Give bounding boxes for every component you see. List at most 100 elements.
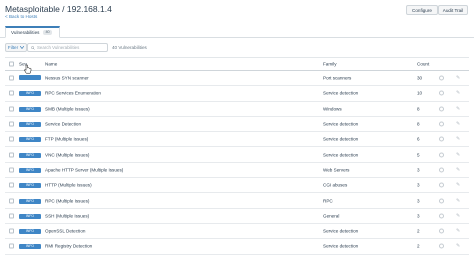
snooze-icon[interactable] xyxy=(439,198,444,204)
snooze-icon[interactable] xyxy=(439,121,444,127)
severity-badge: INFO xyxy=(19,198,41,204)
vulnerability-count-value: 6 xyxy=(417,136,420,142)
table-row[interactable]: INFO OpenSSL Detection Service detection… xyxy=(5,224,469,240)
vulnerability-count-value: 3 xyxy=(417,167,420,173)
table-row[interactable]: INFO RPC Services Enumeration Service de… xyxy=(5,86,469,102)
vulnerability-name[interactable]: Service Detection xyxy=(45,122,81,127)
vulnerability-name[interactable]: RPC Services Enumeration xyxy=(45,91,101,96)
edit-icon[interactable]: ✎ xyxy=(456,121,460,127)
severity-badge: INFO xyxy=(19,90,41,97)
row-checkbox[interactable] xyxy=(9,75,14,81)
back-to-hosts-link[interactable]: < Back to Hosts xyxy=(5,14,37,19)
vulnerability-name[interactable]: RMI Registry Detection xyxy=(45,244,92,249)
table-row[interactable]: INFO RPC (Multiple Issues) RPC 3 ✎ xyxy=(5,193,469,209)
page-header: Metasploitable / 192.168.1.4 < Back to H… xyxy=(0,0,474,24)
vulnerability-family: Service detection xyxy=(323,152,359,158)
select-all-checkbox[interactable] xyxy=(9,61,14,67)
row-checkbox[interactable] xyxy=(9,121,14,127)
row-checkbox[interactable] xyxy=(9,152,14,158)
tab-count-badge: 40 xyxy=(43,30,52,35)
row-checkbox[interactable] xyxy=(9,213,14,219)
row-checkbox[interactable] xyxy=(9,90,14,96)
vulnerability-name[interactable]: Apache HTTP Server (Multiple Issues) xyxy=(45,167,123,172)
vulnerability-count-value: 2 xyxy=(417,243,420,249)
snooze-icon[interactable] xyxy=(439,243,444,249)
edit-icon[interactable]: ✎ xyxy=(456,106,460,112)
vulnerability-name[interactable]: SSH (Multiple Issues) xyxy=(45,213,89,218)
vulnerability-name[interactable]: SMB (Multiple Issues) xyxy=(45,106,90,111)
audit-trail-button[interactable]: Audit Trail xyxy=(438,5,468,15)
vulnerability-family: Web Servers xyxy=(323,167,350,173)
edit-icon[interactable]: ✎ xyxy=(456,213,460,219)
table-row[interactable]: INFO Service Detection Service detection… xyxy=(5,117,469,133)
name-column-header[interactable]: Name xyxy=(45,62,57,67)
severity-badge: INFO xyxy=(19,182,41,189)
edit-icon[interactable]: ✎ xyxy=(456,243,460,249)
snooze-icon[interactable] xyxy=(439,152,444,158)
row-checkbox[interactable] xyxy=(9,243,14,249)
configure-button[interactable]: Configure xyxy=(406,5,438,15)
vulnerability-family: Service detection xyxy=(323,136,359,142)
severity-badge: INFO xyxy=(19,243,41,250)
row-checkbox[interactable] xyxy=(9,136,14,142)
edit-icon[interactable]: ✎ xyxy=(456,75,460,81)
row-checkbox[interactable] xyxy=(9,167,14,173)
family-column-header[interactable]: Family xyxy=(323,62,337,67)
tab-vulnerabilities[interactable]: Vulnerabilities 40 xyxy=(5,26,60,38)
row-checkbox[interactable] xyxy=(9,228,14,234)
edit-icon[interactable]: ✎ xyxy=(456,152,460,158)
snooze-icon[interactable] xyxy=(439,136,444,142)
snooze-icon[interactable] xyxy=(439,182,444,188)
snooze-icon[interactable] xyxy=(439,106,444,112)
severity-badge: INFO xyxy=(19,152,41,158)
vulnerability-family: General xyxy=(323,213,340,219)
edit-icon[interactable]: ✎ xyxy=(456,182,460,188)
vulnerability-count-value: 8 xyxy=(417,106,420,112)
table-row[interactable]: INFO HTTP (Multiple Issues) CGI abuses 3… xyxy=(5,178,469,194)
vulnerability-name[interactable]: HTTP (Multiple Issues) xyxy=(45,183,92,188)
table-row[interactable]: INFO VNC (Multiple Issues) Service detec… xyxy=(5,147,469,163)
severity-badge xyxy=(19,75,41,81)
vulnerability-name[interactable]: VNC (Multiple Issues) xyxy=(45,152,89,157)
vulnerability-count-value: 3 xyxy=(417,213,420,219)
search-icon xyxy=(31,45,35,50)
table-row[interactable]: INFO SSH (Multiple Issues) General 3 ✎ xyxy=(5,209,469,224)
vulnerability-family: Service detection xyxy=(323,243,359,249)
edit-icon[interactable]: ✎ xyxy=(456,90,460,96)
vulnerability-count-value: 30 xyxy=(417,75,423,81)
filter-button[interactable]: Filter xyxy=(5,43,27,52)
snooze-icon[interactable] xyxy=(439,167,444,173)
edit-icon[interactable]: ✎ xyxy=(456,228,460,234)
snooze-icon[interactable] xyxy=(439,75,444,81)
vulnerability-name[interactable]: Nessus SYN scanner xyxy=(45,76,89,81)
edit-icon[interactable]: ✎ xyxy=(456,136,460,142)
page-title: Metasploitable / 192.168.1.4 xyxy=(5,4,112,14)
vulnerability-family: RPC xyxy=(323,198,333,204)
chevron-down-icon xyxy=(20,46,25,49)
row-checkbox[interactable] xyxy=(9,198,14,204)
snooze-icon[interactable] xyxy=(439,90,444,96)
row-checkbox[interactable] xyxy=(9,182,14,188)
table-row[interactable]: INFO RMI Registry Detection Service dete… xyxy=(5,239,469,255)
vulnerability-count-value: 8 xyxy=(417,121,420,127)
edit-icon[interactable]: ✎ xyxy=(456,198,460,204)
count-column-header[interactable]: Count xyxy=(417,62,429,67)
snooze-icon[interactable] xyxy=(439,213,444,219)
edit-icon[interactable]: ✎ xyxy=(456,167,460,173)
vulnerability-family: Service detection xyxy=(323,90,359,96)
vulnerability-name[interactable]: RPC (Multiple Issues) xyxy=(45,198,89,203)
table-row[interactable]: INFO FTP (Multiple Issues) Service detec… xyxy=(5,132,469,148)
tab-bar: Vulnerabilities 40 xyxy=(0,24,474,38)
snooze-icon[interactable] xyxy=(439,228,444,234)
table-header: Sev Name Family Count xyxy=(5,57,469,71)
search-box[interactable] xyxy=(27,43,108,52)
row-checkbox[interactable] xyxy=(9,106,14,112)
vulnerabilities-table: Sev Name Family Count Nessus SYN scanner… xyxy=(5,57,469,255)
vulnerability-name[interactable]: OpenSSL Detection xyxy=(45,229,85,234)
table-row[interactable]: Nessus SYN scanner Port scanners 30 ✎ xyxy=(5,71,469,87)
vulnerability-name[interactable]: FTP (Multiple Issues) xyxy=(45,137,88,142)
vulnerability-count-value: 2 xyxy=(417,228,420,234)
table-row[interactable]: INFO Apache HTTP Server (Multiple Issues… xyxy=(5,163,469,179)
search-input[interactable] xyxy=(37,45,107,50)
table-row[interactable]: INFO SMB (Multiple Issues) Windows 8 ✎ xyxy=(5,102,469,117)
